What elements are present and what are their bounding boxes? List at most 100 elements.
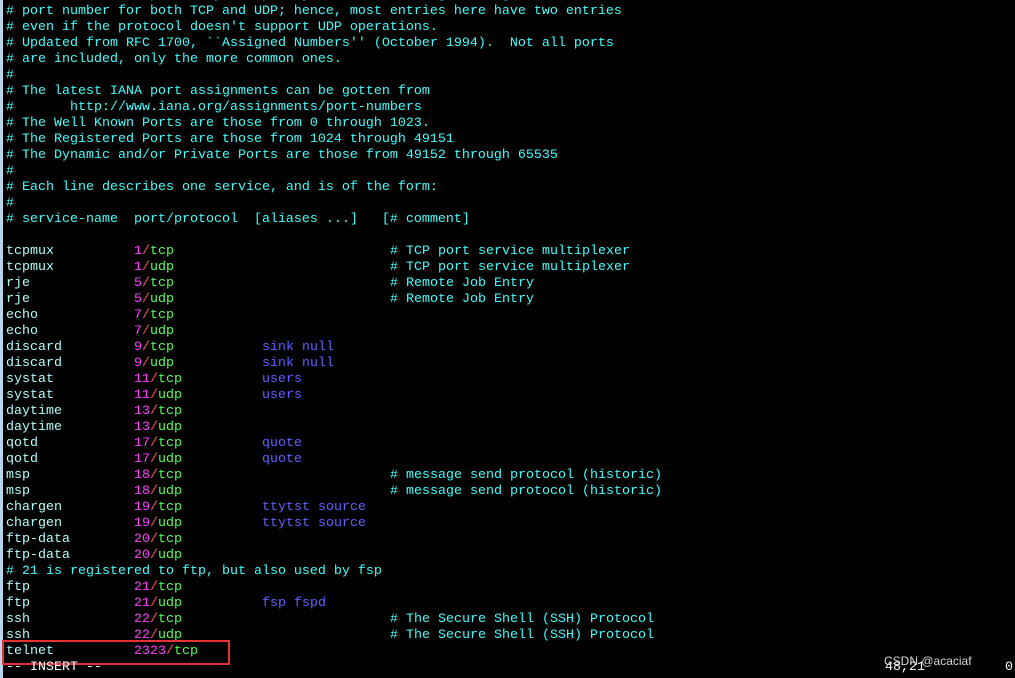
comment-text: # (6, 164, 14, 179)
protocol: udp (150, 292, 174, 307)
service-name: rje (6, 276, 30, 291)
separator: / (142, 244, 150, 259)
aliases: users (262, 372, 302, 387)
separator: / (150, 596, 158, 611)
protocol: tcp (150, 340, 174, 355)
port-number: 7 (134, 308, 142, 323)
port-number: 13 (134, 404, 150, 419)
separator: / (142, 276, 150, 291)
service-name: qotd (6, 436, 38, 451)
comment-text: # The Dynamic and/or Private Ports are t… (6, 148, 558, 163)
service-name: echo (6, 324, 38, 339)
comment-text: # http://www.iana.org/assignments/port-n… (6, 100, 422, 115)
protocol: tcp (158, 436, 182, 451)
port-number: 21 (134, 596, 150, 611)
separator: / (150, 612, 158, 627)
entry-comment: # Remote Job Entry (390, 292, 534, 307)
aliases: quote (262, 452, 302, 467)
comment-text: # The Well Known Ports are those from 0 … (6, 116, 430, 131)
service-name: msp (6, 468, 30, 483)
aliases: ttytst source (262, 500, 366, 515)
port-number: 5 (134, 276, 142, 291)
protocol: udp (158, 516, 182, 531)
port-number: 20 (134, 548, 150, 563)
separator: / (150, 436, 158, 451)
port-number: 9 (134, 356, 142, 371)
port-number: 22 (134, 612, 150, 627)
port-number: 20 (134, 532, 150, 547)
separator: / (142, 308, 150, 323)
service-name: ftp (6, 596, 30, 611)
comment-text: # service-name port/protocol [aliases ..… (6, 212, 470, 227)
protocol: tcp (158, 372, 182, 387)
port-number: 13 (134, 420, 150, 435)
comment-text: # (6, 68, 14, 83)
service-name: discard (6, 356, 62, 371)
separator: / (142, 340, 150, 355)
service-name: systat (6, 388, 54, 403)
protocol: tcp (158, 500, 182, 515)
entry-comment: # TCP port service multiplexer (390, 244, 630, 259)
comment-text: # 21 is registered to ftp, but also used… (6, 564, 382, 579)
protocol: udp (150, 260, 174, 275)
port-number: 18 (134, 468, 150, 483)
port-number: 7 (134, 324, 142, 339)
entry-comment: # Remote Job Entry (390, 276, 534, 291)
port-number: 1 (134, 260, 142, 275)
port-number: 11 (134, 372, 150, 387)
separator: / (150, 548, 158, 563)
port-number: 5 (134, 292, 142, 307)
service-name: daytime (6, 420, 62, 435)
port-number: 1 (134, 244, 142, 259)
separator: / (150, 420, 158, 435)
protocol: udp (158, 388, 182, 403)
comment-text: # The latest IANA port assignments can b… (6, 84, 430, 99)
port-number: 17 (134, 452, 150, 467)
entry-comment: # The Secure Shell (SSH) Protocol (390, 628, 654, 643)
protocol: tcp (158, 612, 182, 627)
service-name: daytime (6, 404, 62, 419)
aliases: sink null (262, 340, 334, 355)
separator: / (150, 500, 158, 515)
separator: / (142, 324, 150, 339)
separator: / (142, 292, 150, 307)
separator: / (142, 356, 150, 371)
comment-text: # Each line describes one service, and i… (6, 180, 438, 195)
window-edge (0, 0, 3, 678)
port-number: 11 (134, 388, 150, 403)
scroll-indicator: 0 (1005, 660, 1013, 675)
service-name: tcpmux (6, 260, 54, 275)
comment-text: # (6, 196, 14, 211)
service-name: msp (6, 484, 30, 499)
entry-comment: # The Secure Shell (SSH) Protocol (390, 612, 654, 627)
protocol: tcp (158, 580, 182, 595)
mode-indicator: -- INSERT -- (6, 660, 102, 675)
separator: / (150, 580, 158, 595)
service-name: rje (6, 292, 30, 307)
aliases: sink null (262, 356, 334, 371)
separator: / (150, 404, 158, 419)
protocol: tcp (158, 468, 182, 483)
service-name: chargen (6, 500, 62, 515)
protocol: udp (158, 548, 182, 563)
protocol: tcp (150, 308, 174, 323)
service-name: ftp-data (6, 548, 70, 563)
service-name: ssh (6, 612, 30, 627)
service-name: tcpmux (6, 244, 54, 259)
port-number: 9 (134, 340, 142, 355)
port-number: 21 (134, 580, 150, 595)
separator: / (150, 388, 158, 403)
protocol: tcp (150, 276, 174, 291)
aliases: quote (262, 436, 302, 451)
comment-text: # are included, only the more common one… (6, 52, 342, 67)
protocol: udp (158, 484, 182, 499)
service-name: ftp-data (6, 532, 70, 547)
protocol: tcp (150, 244, 174, 259)
protocol: udp (158, 420, 182, 435)
protocol: udp (150, 356, 174, 371)
entry-comment: # message send protocol (historic) (390, 468, 662, 483)
separator: / (150, 516, 158, 531)
protocol: tcp (158, 532, 182, 547)
port-number: 17 (134, 436, 150, 451)
separator: / (150, 452, 158, 467)
